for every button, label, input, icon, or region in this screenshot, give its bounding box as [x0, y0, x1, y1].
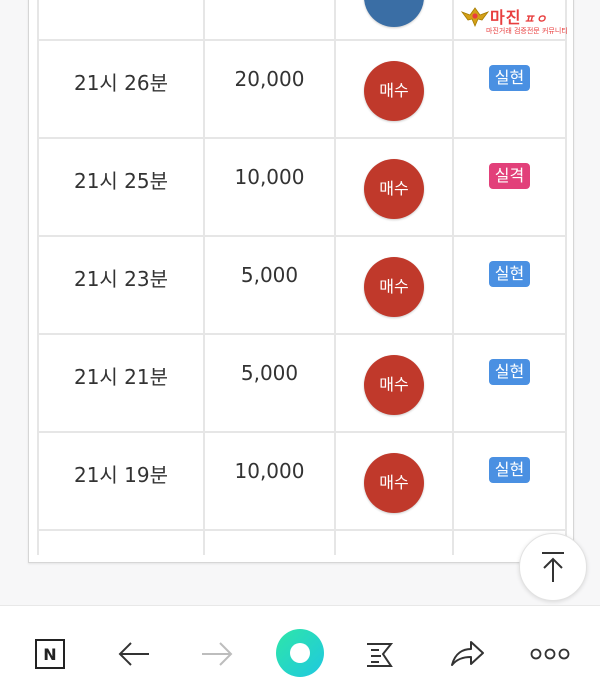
green-dot-button[interactable] — [275, 628, 325, 678]
trade-time: 21시 23분 — [73, 267, 169, 291]
naver-home-button[interactable]: N — [32, 636, 68, 672]
action-badge[interactable] — [364, 0, 424, 27]
more-dots-icon — [530, 648, 570, 660]
logo-name: 마진 ㅍㅇ — [490, 8, 548, 27]
amount-cell: 10,000 — [203, 137, 336, 237]
table-cell — [334, 529, 454, 555]
arrow-right-icon — [202, 642, 233, 666]
amount-cell: 5,000 — [203, 333, 336, 433]
table-cell — [203, 529, 336, 555]
table-cell — [334, 0, 454, 41]
result-tag: 실현 — [488, 457, 531, 483]
naver-logo-icon: N — [35, 639, 65, 669]
trade-time: 21시 26분 — [73, 71, 169, 95]
table-row: 21시 19분 10,000 매수 실현 — [37, 431, 567, 531]
page-viewport: 21시 26분 20,000 매수 실현 21시 25분 10,000 매수 실… — [0, 0, 600, 605]
time-cell: 21시 21분 — [37, 333, 205, 433]
result-cell: 실현 — [452, 333, 567, 433]
trade-amount: 5,000 — [240, 263, 299, 287]
amount-cell: 20,000 — [203, 39, 336, 139]
browser-toolbar: N — [0, 605, 600, 699]
trade-time: 21시 21분 — [73, 365, 169, 389]
trade-history-card: 21시 26분 20,000 매수 실현 21시 25분 10,000 매수 실… — [28, 0, 574, 563]
action-cell: 매수 — [334, 235, 454, 335]
buy-badge[interactable]: 매수 — [364, 61, 424, 121]
time-cell: 21시 23분 — [37, 235, 205, 335]
result-tag: 실현 — [488, 359, 531, 385]
back-button[interactable] — [116, 636, 152, 672]
buy-badge[interactable]: 매수 — [364, 159, 424, 219]
amount-cell: 10,000 — [203, 431, 336, 531]
table-row: 21시 21분 5,000 매수 실현 — [37, 333, 567, 433]
trade-time: 21시 19분 — [73, 463, 169, 487]
table-cell — [37, 0, 205, 41]
table-row: 21시 25분 10,000 매수 실격 — [37, 137, 567, 237]
trade-amount: 5,000 — [240, 361, 299, 385]
arrow-up-icon — [542, 552, 564, 582]
table-cell — [37, 529, 205, 555]
time-cell: 21시 19분 — [37, 431, 205, 531]
more-menu-button[interactable] — [530, 636, 570, 672]
table-row: 21시 23분 5,000 매수 실현 — [37, 235, 567, 335]
logo-tagline: 마진거래 검증전문 커뮤니티 — [486, 27, 568, 35]
table-cell — [203, 0, 336, 41]
result-cell: 실격 — [452, 137, 567, 237]
trade-amount: 10,000 — [234, 165, 305, 189]
trade-amount: 20,000 — [234, 67, 305, 91]
buy-badge[interactable]: 매수 — [364, 355, 424, 415]
trade-amount: 10,000 — [234, 459, 305, 483]
time-cell: 21시 26분 — [37, 39, 205, 139]
result-cell: 실현 — [452, 39, 567, 139]
tabs-icon — [367, 643, 394, 667]
result-cell: 실현 — [452, 235, 567, 335]
table-row-partial — [37, 529, 567, 555]
table-row: 21시 26분 20,000 매수 실현 — [37, 39, 567, 139]
trade-history-table: 21시 26분 20,000 매수 실현 21시 25분 10,000 매수 실… — [37, 0, 567, 555]
tabs-button[interactable] — [362, 636, 398, 672]
share-button[interactable] — [449, 636, 485, 672]
result-tag: 실현 — [488, 261, 531, 287]
share-arrow-icon — [451, 641, 484, 666]
time-cell: 21시 25분 — [37, 137, 205, 237]
site-logo: 마진 ㅍㅇ 마진거래 검증전문 커뮤니티 — [460, 4, 572, 38]
arrow-left-icon — [118, 642, 149, 666]
amount-cell: 5,000 — [203, 235, 336, 335]
green-dot-icon — [276, 629, 324, 677]
result-tag: 실현 — [488, 65, 531, 91]
action-cell: 매수 — [334, 333, 454, 433]
action-cell: 매수 — [334, 137, 454, 237]
buy-badge[interactable]: 매수 — [364, 453, 424, 513]
action-cell: 매수 — [334, 39, 454, 139]
scroll-to-top-button[interactable] — [519, 533, 587, 601]
action-cell: 매수 — [334, 431, 454, 531]
result-tag: 실격 — [488, 163, 531, 189]
trade-time: 21시 25분 — [73, 169, 169, 193]
buy-badge[interactable]: 매수 — [364, 257, 424, 317]
forward-button[interactable] — [199, 636, 235, 672]
result-cell: 실현 — [452, 431, 567, 531]
